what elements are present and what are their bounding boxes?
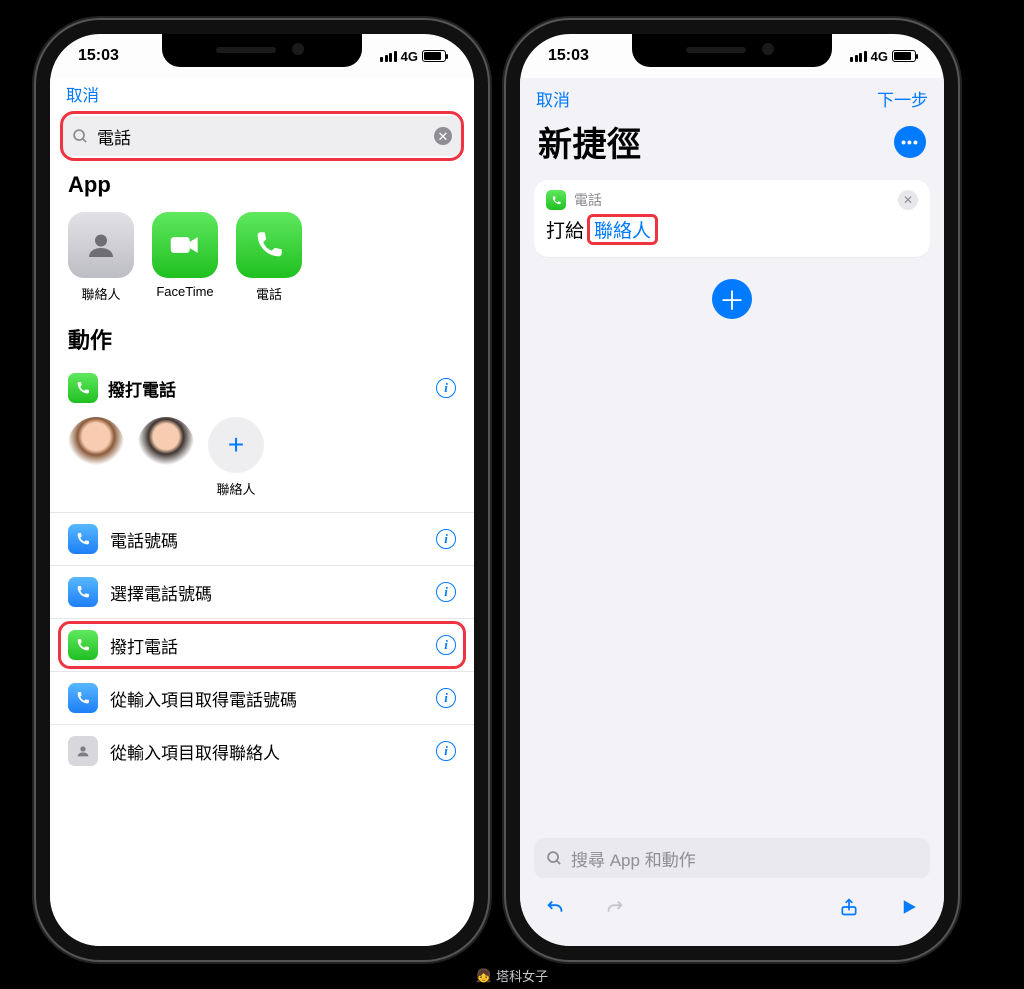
status-time: 15:03: [78, 47, 119, 65]
memoji-avatar-2: [138, 417, 194, 473]
contacts-icon: [68, 212, 134, 278]
action-row-call[interactable]: 撥打電話 i: [50, 618, 474, 671]
app-facetime[interactable]: FaceTime: [152, 212, 218, 303]
battery-icon: [422, 50, 446, 62]
search-icon: [546, 850, 563, 867]
battery-icon: [892, 50, 916, 62]
section-app-title: App: [50, 164, 474, 206]
share-button[interactable]: [836, 894, 862, 920]
page-title: 新捷徑: [538, 117, 642, 166]
more-button[interactable]: •••: [894, 126, 926, 158]
phone-blue-icon: [68, 683, 98, 713]
undo-button[interactable]: [542, 894, 568, 920]
action-row[interactable]: 電話號碼 i: [50, 512, 474, 565]
phone-mini-icon: [68, 373, 98, 403]
action-row[interactable]: 選擇電話號碼 i: [50, 565, 474, 618]
memoji-avatar-1: [68, 417, 124, 473]
info-icon[interactable]: i: [436, 688, 456, 708]
action-card[interactable]: 電話 ✕ 打給 聯絡人: [534, 180, 930, 257]
phone-right-frame: 15:03 4G 取消 下一步 新捷徑 ••• 電話 ✕ 打給 聯絡人: [506, 20, 958, 960]
network-label: 4G: [871, 49, 888, 64]
action-row[interactable]: 從輸入項目取得聯絡人 i: [50, 724, 474, 777]
app-contacts[interactable]: 聯絡人: [68, 212, 134, 303]
contacts-grey-icon: [68, 736, 98, 766]
plus-icon: +: [208, 417, 264, 473]
card-app-label: 電話: [574, 190, 602, 210]
add-action-button[interactable]: ＋: [712, 279, 752, 319]
call-prefix: 打給: [546, 216, 584, 243]
section-actions-title: 動作: [50, 315, 474, 363]
phone-icon: [236, 212, 302, 278]
bottom-search[interactable]: 搜尋 App 和動作: [534, 838, 930, 878]
redo-button: [602, 894, 628, 920]
info-icon[interactable]: i: [436, 741, 456, 761]
phone-blue-icon: [68, 577, 98, 607]
run-button[interactable]: [896, 894, 922, 920]
notch: [162, 33, 362, 67]
phone-mini-icon: [546, 190, 566, 210]
facetime-icon: [152, 212, 218, 278]
suggested-contact-1[interactable]: [68, 417, 124, 498]
network-label: 4G: [401, 49, 418, 64]
next-button[interactable]: 下一步: [877, 86, 928, 111]
signal-icon: [850, 51, 867, 62]
cancel-button[interactable]: 取消: [536, 86, 570, 111]
notch: [632, 33, 832, 67]
search-input[interactable]: 電話 ✕: [62, 116, 462, 156]
search-value: 電話: [97, 124, 131, 149]
info-icon[interactable]: i: [436, 529, 456, 549]
add-contact-suggestion[interactable]: +聯絡人: [208, 417, 264, 498]
info-icon[interactable]: i: [436, 378, 456, 398]
info-icon[interactable]: i: [436, 635, 456, 655]
status-time: 15:03: [548, 47, 589, 65]
app-phone[interactable]: 電話: [236, 212, 302, 303]
search-icon: [72, 128, 89, 145]
modal-cancel[interactable]: 取消: [50, 78, 474, 106]
remove-card-icon[interactable]: ✕: [898, 190, 918, 210]
phone-green-icon: [68, 630, 98, 660]
contact-token[interactable]: 聯絡人: [590, 216, 655, 243]
signal-icon: [380, 51, 397, 62]
suggested-contact-2[interactable]: [138, 417, 194, 498]
clear-search-icon[interactable]: ✕: [434, 127, 452, 145]
featured-action[interactable]: 撥打電話 i: [50, 363, 474, 413]
action-row[interactable]: 從輸入項目取得電話號碼 i: [50, 671, 474, 724]
watermark: 👧塔科女子: [476, 966, 548, 985]
toolbar: [520, 886, 944, 946]
phone-blue-icon: [68, 524, 98, 554]
phone-left-frame: 15:03 4G 取消 電話 ✕ App 聯絡人 FaceTime: [36, 20, 488, 960]
bottom-search-placeholder: 搜尋 App 和動作: [571, 846, 696, 871]
info-icon[interactable]: i: [436, 582, 456, 602]
